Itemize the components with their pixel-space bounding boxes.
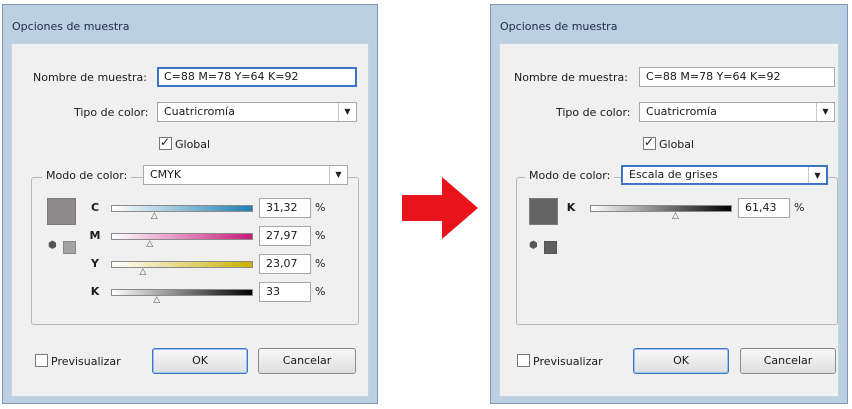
slider-thumb-icon[interactable]: △	[139, 268, 146, 277]
channel-value-input[interactable]: 23,07	[259, 254, 311, 274]
global-checkbox[interactable]: ✓ Global	[159, 135, 211, 151]
color-mode-label: Modo de color:	[42, 169, 132, 182]
percent-label: %	[794, 201, 805, 214]
checkbox-icon: ✓	[159, 135, 172, 150]
color-mode-select[interactable]: CMYK ▼	[143, 165, 348, 185]
preview-label: Previsualizar	[533, 355, 603, 368]
channel-slider-track[interactable]	[111, 205, 253, 212]
color-type-value: Cuatricromía	[164, 105, 235, 118]
channel-value-input[interactable]: 33	[259, 282, 311, 302]
gamut-swatch	[63, 241, 76, 254]
global-checkbox[interactable]: ✓ Global	[643, 135, 695, 151]
dialog-body: Nombre de muestra: C=88 M=78 Y=64 K=92 T…	[11, 43, 369, 397]
checkmark-icon: ✓	[644, 135, 655, 149]
preview-label: Previsualizar	[51, 355, 121, 368]
ok-button[interactable]: OK	[152, 348, 248, 374]
channel-slider-track[interactable]	[111, 261, 253, 268]
percent-label: %	[315, 285, 326, 298]
preview-checkbox[interactable]: Previsualizar	[517, 354, 603, 368]
swatch-name-input[interactable]: C=88 M=78 Y=64 K=92	[157, 67, 357, 87]
checkmark-icon: ✓	[160, 135, 171, 149]
chevron-down-icon: ▼	[808, 167, 826, 183]
color-type-label: Tipo de color:	[74, 106, 149, 119]
channel-letter: M	[89, 229, 101, 242]
color-mode-select[interactable]: Escala de grises ▼	[621, 165, 828, 185]
checkbox-icon	[517, 354, 530, 367]
channel-letter: K	[90, 285, 100, 298]
checkbox-icon	[35, 354, 48, 367]
color-type-select[interactable]: Cuatricromía ▼	[157, 102, 357, 122]
arrow-right-icon	[402, 177, 478, 239]
swatch-name-input[interactable]: C=88 M=78 Y=64 K=92	[639, 67, 835, 87]
slider-thumb-icon[interactable]: △	[672, 212, 679, 221]
channel-value-input[interactable]: 61,43	[738, 198, 790, 218]
global-label: Global	[175, 138, 211, 151]
color-mode-value: Escala de grises	[629, 168, 718, 181]
slider-thumb-icon[interactable]: △	[151, 212, 158, 221]
chevron-down-icon: ▼	[329, 166, 347, 184]
preview-checkbox[interactable]: Previsualizar	[35, 354, 121, 368]
swatch-name-label: Nombre de muestra:	[514, 71, 628, 84]
percent-label: %	[315, 229, 326, 242]
swatch-options-dialog-grayscale: Opciones de muestra Nombre de muestra: C…	[490, 4, 848, 404]
color-mode-label: Modo de color:	[525, 169, 615, 182]
slider-thumb-icon[interactable]: △	[153, 296, 160, 305]
color-type-select[interactable]: Cuatricromía ▼	[639, 102, 835, 122]
cancel-button[interactable]: Cancelar	[258, 348, 356, 374]
ok-button[interactable]: OK	[633, 348, 729, 374]
chevron-down-icon: ▼	[338, 103, 356, 121]
channel-slider-track[interactable]	[111, 289, 253, 296]
gamut-cube-icon: ⬢	[48, 240, 57, 251]
channel-letter: K	[566, 201, 576, 214]
channel-letter: Y	[91, 257, 99, 270]
channel-value-input[interactable]: 27,97	[259, 226, 311, 246]
percent-label: %	[315, 257, 326, 270]
chevron-down-icon: ▼	[816, 103, 834, 121]
swatch-name-label: Nombre de muestra:	[33, 71, 147, 84]
swatch-options-dialog-cmyk: Opciones de muestra Nombre de muestra: C…	[2, 4, 378, 404]
checkbox-icon: ✓	[643, 135, 656, 150]
channel-slider-track[interactable]	[590, 205, 732, 212]
color-preview-swatch	[47, 198, 76, 225]
dialog-title: Opciones de muestra	[500, 20, 618, 33]
color-type-label: Tipo de color:	[556, 106, 631, 119]
gamut-swatch	[544, 241, 557, 254]
color-type-value: Cuatricromía	[646, 105, 717, 118]
channel-letter: C	[90, 201, 100, 214]
channel-value-input[interactable]: 31,32	[259, 198, 311, 218]
gamut-cube-icon: ⬢	[529, 240, 538, 251]
swatch-name-label-text: Nombre de muestra:	[33, 71, 147, 84]
color-mode-value: CMYK	[150, 168, 182, 181]
slider-thumb-icon[interactable]: △	[146, 240, 153, 249]
percent-label: %	[315, 201, 326, 214]
color-preview-swatch	[529, 198, 558, 225]
cancel-button[interactable]: Cancelar	[740, 348, 836, 374]
dialog-title: Opciones de muestra	[12, 20, 130, 33]
channel-slider-track[interactable]	[111, 233, 253, 240]
dialog-body: Nombre de muestra: C=88 M=78 Y=64 K=92 T…	[499, 43, 839, 397]
global-label: Global	[659, 138, 695, 151]
